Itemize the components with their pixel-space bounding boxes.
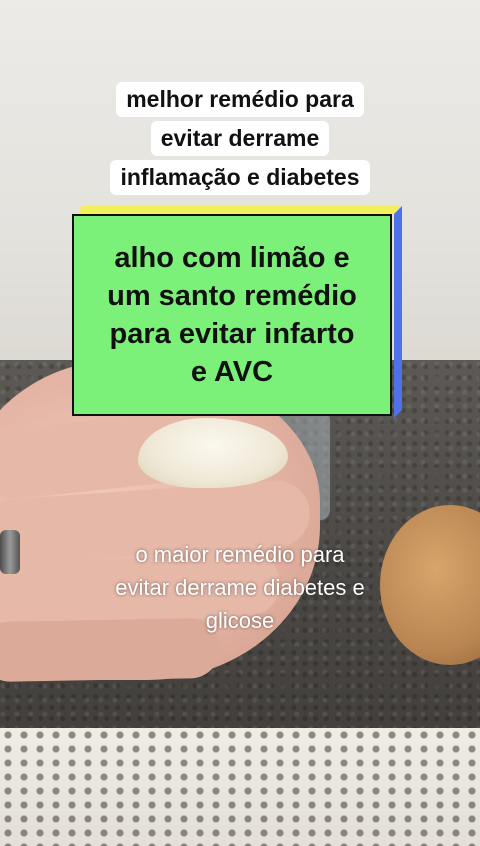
banner-line: um santo remédio (107, 280, 357, 312)
top-caption-line: inflamação e diabetes (110, 160, 370, 195)
bottom-caption-line: evitar derrame diabetes e (115, 575, 365, 600)
banner-line: e AVC (190, 356, 274, 388)
bottom-caption: o maior remédio para evitar derrame diab… (0, 538, 480, 637)
top-caption-line: melhor remédio para (116, 82, 364, 117)
banner-side-edge (394, 206, 402, 418)
banner-box: alho com limão e um santo remédio para e… (72, 214, 392, 416)
banner-line: para evitar infarto (109, 318, 355, 350)
lace-cloth (0, 728, 480, 846)
banner-top-edge (78, 206, 400, 214)
bottom-caption-line: o maior remédio para (135, 542, 345, 567)
bottom-caption-line: glicose (205, 608, 275, 633)
banner-line: alho com limão e (114, 242, 350, 274)
title-banner: alho com limão e um santo remédio para e… (72, 206, 402, 420)
top-caption-line: evitar derrame (150, 121, 330, 156)
top-caption: melhor remédio para evitar derrame infla… (0, 82, 480, 195)
